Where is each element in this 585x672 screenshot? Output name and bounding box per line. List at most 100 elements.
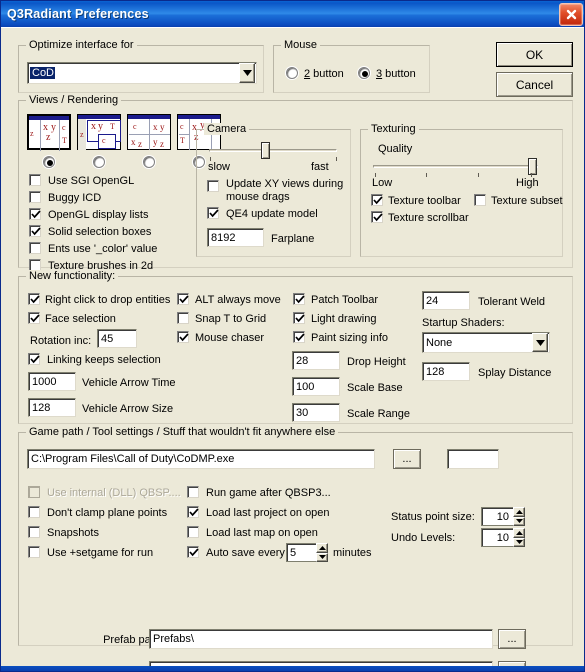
checkbox-mouse-chaser[interactable] bbox=[177, 331, 189, 343]
label-load-last-project-on-open: Load last project on open bbox=[206, 507, 330, 519]
cancel-button[interactable]: Cancel bbox=[496, 72, 573, 97]
startup-shaders-value: None bbox=[426, 336, 453, 349]
drop-height-input[interactable]: 28 bbox=[292, 351, 340, 370]
vehicle-arrow-time-input[interactable]: 1000 bbox=[28, 372, 76, 391]
checkbox-load-last-project-on-open[interactable] bbox=[187, 506, 199, 518]
undo-levels-spin-down[interactable] bbox=[513, 537, 525, 547]
checkbox-paint-sizing-info[interactable] bbox=[293, 331, 305, 343]
game-path-group: Game path / Tool settings / Stuff that w… bbox=[18, 426, 573, 671]
checkbox-load-last-map-on-open[interactable] bbox=[187, 526, 199, 538]
close-icon[interactable] bbox=[559, 3, 583, 26]
label-status-point-size: Status point size: bbox=[391, 511, 475, 523]
label-linking-keeps-selection: Linking keeps selection bbox=[47, 354, 161, 366]
label-auto-save-every: Auto save every bbox=[206, 547, 285, 559]
label-use-sgi-opengl: Use SGI OpenGL bbox=[48, 175, 135, 187]
splay-distance-input[interactable]: 128 bbox=[422, 362, 470, 381]
game-exe-path-input[interactable]: C:\Program Files\Call of Duty\CoDMP.exe bbox=[27, 449, 375, 469]
check-glyph bbox=[31, 210, 41, 219]
status-point-size-spin-buttons[interactable] bbox=[513, 507, 525, 526]
chevron-down-glyph bbox=[535, 339, 545, 346]
browse-game-path-button[interactable]: ... bbox=[393, 449, 421, 469]
ok-button[interactable]: OK bbox=[496, 42, 573, 67]
tolerant-weld-input[interactable]: 24 bbox=[422, 291, 470, 310]
optimize-group: Optimize interface for CoD bbox=[18, 39, 264, 93]
mouse-legend: Mouse bbox=[281, 39, 321, 51]
startup-shaders-combo[interactable]: None bbox=[422, 332, 550, 353]
checkbox-right-click-drop-entities[interactable] bbox=[28, 293, 40, 305]
undo-levels-spin-up[interactable] bbox=[513, 528, 525, 538]
farplane-input[interactable]: 8192 bbox=[207, 228, 264, 247]
layout-radio-3[interactable] bbox=[143, 156, 155, 168]
radio-3-button-dot bbox=[362, 71, 368, 77]
layout-radio-1[interactable] bbox=[43, 156, 55, 168]
optimize-combo[interactable]: CoD bbox=[27, 62, 257, 84]
chevron-down-icon[interactable] bbox=[532, 333, 548, 352]
browse-prefab-path-button[interactable]: ... bbox=[498, 629, 526, 649]
checkbox-auto-save-every[interactable] bbox=[187, 546, 199, 558]
camera-tick-max bbox=[336, 157, 337, 161]
undo-levels-value[interactable]: 10 bbox=[481, 528, 513, 547]
checkbox-run-game-after-qbsp3[interactable] bbox=[187, 486, 199, 498]
checkbox-opengl-display-lists[interactable] bbox=[29, 208, 41, 220]
checkbox-face-selection[interactable] bbox=[28, 312, 40, 324]
radio-2-button[interactable] bbox=[286, 67, 298, 79]
checkbox-use-sgi-opengl[interactable] bbox=[29, 174, 41, 186]
extra-field-input[interactable] bbox=[447, 449, 499, 469]
caret-down-icon bbox=[515, 540, 523, 545]
auto-save-spin-down[interactable] bbox=[316, 552, 328, 562]
optimize-value: CoD bbox=[30, 67, 56, 79]
status-point-size-spin-up[interactable] bbox=[513, 507, 525, 517]
checkbox-snapshots[interactable] bbox=[28, 526, 40, 538]
status-point-size-value[interactable]: 10 bbox=[481, 507, 513, 526]
checkbox-snap-t-to-grid[interactable] bbox=[177, 312, 189, 324]
scale-range-input[interactable]: 30 bbox=[292, 403, 340, 422]
texturing-slider-max-label: High bbox=[516, 177, 539, 189]
texturing-slider-track[interactable] bbox=[373, 165, 538, 168]
checkbox-linking-keeps-selection[interactable] bbox=[28, 353, 40, 365]
label-dont-clamp-plane-points: Don't clamp plane points bbox=[47, 507, 168, 519]
layout-radio-2[interactable] bbox=[93, 156, 105, 168]
checkbox-update-xy-views[interactable] bbox=[207, 180, 219, 192]
auto-save-spin-buttons[interactable] bbox=[316, 543, 328, 562]
new-functionality-legend: New functionality: bbox=[26, 270, 119, 282]
checkbox-solid-selection-boxes[interactable] bbox=[29, 225, 41, 237]
status-point-size-spin-down[interactable] bbox=[513, 516, 525, 526]
checkbox-texture-subset[interactable] bbox=[474, 194, 486, 206]
radio-3-button-label: 3 button bbox=[376, 68, 416, 80]
label-right-click-drop-entities: Right click to drop entities bbox=[45, 294, 171, 306]
auto-save-minutes-value[interactable]: 5 bbox=[286, 543, 316, 562]
checkbox-dont-clamp-plane-points[interactable] bbox=[28, 506, 40, 518]
rotation-inc-input[interactable]: 45 bbox=[97, 329, 137, 348]
auto-save-spin-up[interactable] bbox=[316, 543, 328, 553]
auto-save-minutes-spinner[interactable]: 5 bbox=[286, 543, 328, 562]
texturing-legend: Texturing bbox=[368, 123, 419, 135]
checkbox-alt-always-move[interactable] bbox=[177, 293, 189, 305]
preferences-dialog: Q3Radiant Preferences OK Cancel Optimize… bbox=[0, 0, 585, 672]
layout-option-2-icon[interactable]: z x y T c bbox=[77, 114, 121, 150]
checkbox-qe4-update-model[interactable] bbox=[207, 207, 219, 219]
undo-levels-spinner[interactable]: 10 bbox=[481, 528, 525, 547]
texturing-slider-thumb[interactable] bbox=[528, 158, 537, 175]
camera-slider-thumb[interactable] bbox=[261, 142, 270, 159]
checkbox-ents-use-color-value[interactable] bbox=[29, 242, 41, 254]
vehicle-arrow-size-input[interactable]: 128 bbox=[28, 398, 76, 417]
checkbox-use-setgame-for-run[interactable] bbox=[28, 546, 40, 558]
check-glyph bbox=[30, 355, 40, 364]
checkbox-texture-scrollbar[interactable] bbox=[371, 211, 383, 223]
layout-option-1-icon[interactable]: z x y z c T bbox=[27, 114, 71, 151]
undo-levels-spin-buttons[interactable] bbox=[513, 528, 525, 547]
check-glyph bbox=[189, 508, 199, 517]
prefab-path-input[interactable]: Prefabs\ bbox=[149, 629, 493, 649]
status-point-size-spinner[interactable]: 10 bbox=[481, 507, 525, 526]
checkbox-patch-toolbar[interactable] bbox=[293, 293, 305, 305]
window-title: Q3Radiant Preferences bbox=[7, 7, 149, 21]
check-glyph bbox=[373, 213, 383, 222]
chevron-down-icon[interactable] bbox=[239, 63, 255, 83]
checkbox-texture-toolbar[interactable] bbox=[371, 194, 383, 206]
scale-base-input[interactable]: 100 bbox=[292, 377, 340, 396]
layout-option-3-icon[interactable]: c x y x z y z bbox=[127, 114, 171, 150]
camera-slider-track[interactable] bbox=[209, 149, 337, 152]
checkbox-light-drawing[interactable] bbox=[293, 312, 305, 324]
radio-3-button[interactable] bbox=[358, 67, 370, 79]
checkbox-buggy-icd[interactable] bbox=[29, 191, 41, 203]
